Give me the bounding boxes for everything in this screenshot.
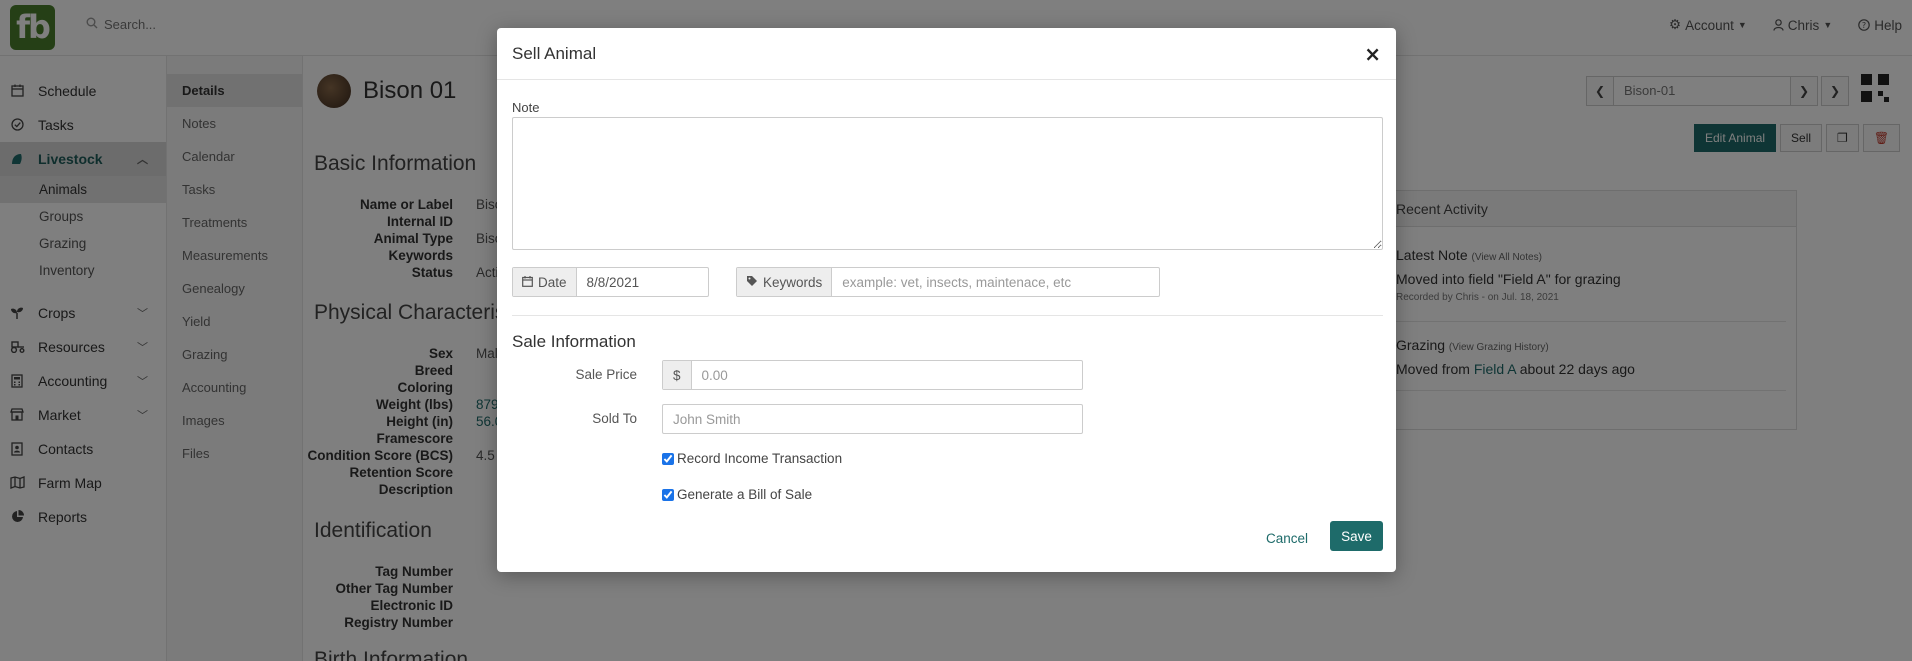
bill-of-sale-checkbox-row[interactable]: Generate a Bill of Sale	[662, 487, 812, 502]
currency-addon: $	[663, 361, 692, 389]
sale-price-label: Sale Price	[575, 367, 637, 382]
bill-of-sale-label: Generate a Bill of Sale	[677, 487, 813, 502]
record-income-checkbox-row[interactable]: Record Income Transaction	[662, 451, 842, 466]
save-button[interactable]: Save	[1330, 521, 1383, 551]
date-addon: Date	[513, 268, 577, 296]
keywords-addon: Keywords	[737, 268, 833, 296]
date-addon-label: Date	[538, 274, 567, 290]
sale-price-input[interactable]	[691, 361, 1072, 389]
bill-of-sale-checkbox[interactable]	[662, 488, 674, 501]
note-textarea[interactable]	[512, 117, 1383, 250]
close-icon[interactable]: ×	[1364, 42, 1381, 66]
sold-to-label: Sold To	[592, 411, 637, 426]
date-input-group: Date	[512, 267, 709, 297]
keywords-addon-label: Keywords	[763, 274, 823, 290]
note-label: Note	[512, 100, 540, 115]
date-input[interactable]	[576, 268, 705, 296]
sell-animal-modal: Sell Animal × Note Date Keywords Sale In…	[497, 28, 1396, 572]
tag-icon	[746, 275, 758, 290]
modal-title: Sell Animal	[512, 43, 597, 63]
modal-header: Sell Animal ×	[497, 28, 1396, 80]
keywords-input-group: Keywords	[736, 267, 1160, 297]
sale-information-header: Sale Information	[512, 332, 636, 351]
calendar-icon	[522, 275, 533, 290]
keywords-input[interactable]	[832, 268, 1153, 296]
divider	[512, 315, 1383, 316]
cancel-button[interactable]: Cancel	[1266, 531, 1308, 546]
record-income-checkbox[interactable]	[662, 452, 674, 465]
sale-price-input-group: $	[662, 360, 1083, 390]
sold-to-input-group	[662, 404, 1083, 434]
record-income-label: Record Income Transaction	[677, 451, 843, 466]
sold-to-input[interactable]	[663, 405, 1081, 433]
